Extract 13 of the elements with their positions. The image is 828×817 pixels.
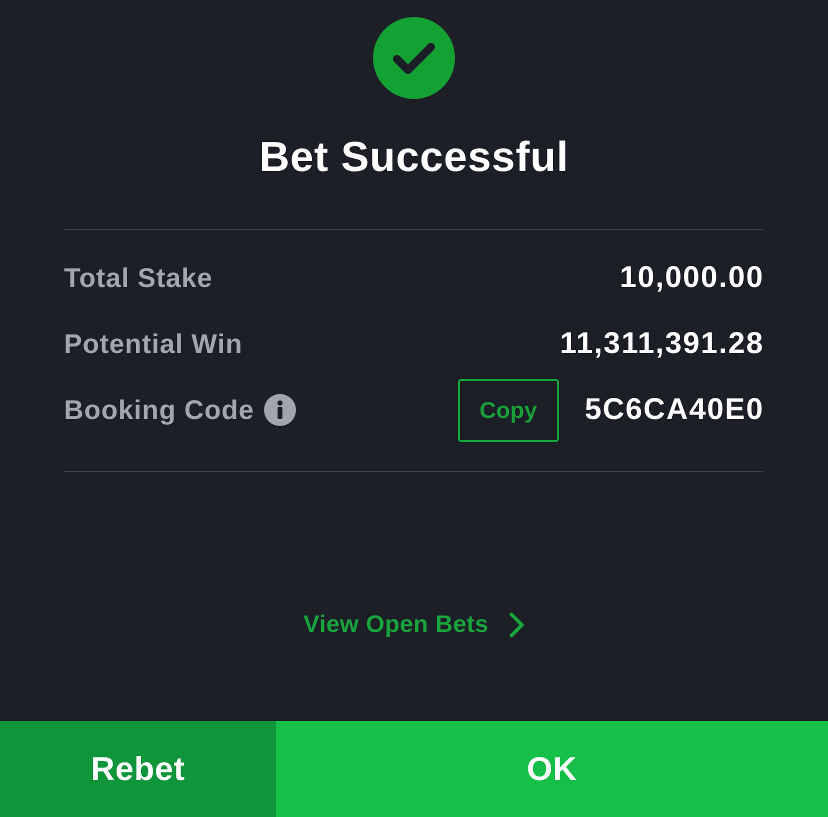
booking-code: 5C6CA40E0	[584, 392, 764, 428]
summary-label: Potential Win	[64, 328, 243, 360]
success-title: Bet Successful	[259, 133, 569, 181]
chevron-right-icon	[508, 612, 525, 638]
summary-label: Total Stake	[64, 262, 213, 294]
amount-value: 10,000.00	[620, 260, 764, 296]
amount-value: 11,311,391.28	[560, 326, 764, 362]
check-circle-icon	[373, 17, 455, 99]
copy-button[interactable]: Copy	[458, 378, 559, 442]
summary-label: Booking Code	[64, 394, 254, 426]
ok-button[interactable]: OK	[276, 721, 828, 817]
rebet-button[interactable]: Rebet	[0, 721, 276, 817]
view-open-bets-link[interactable]: View Open Bets	[303, 610, 525, 640]
